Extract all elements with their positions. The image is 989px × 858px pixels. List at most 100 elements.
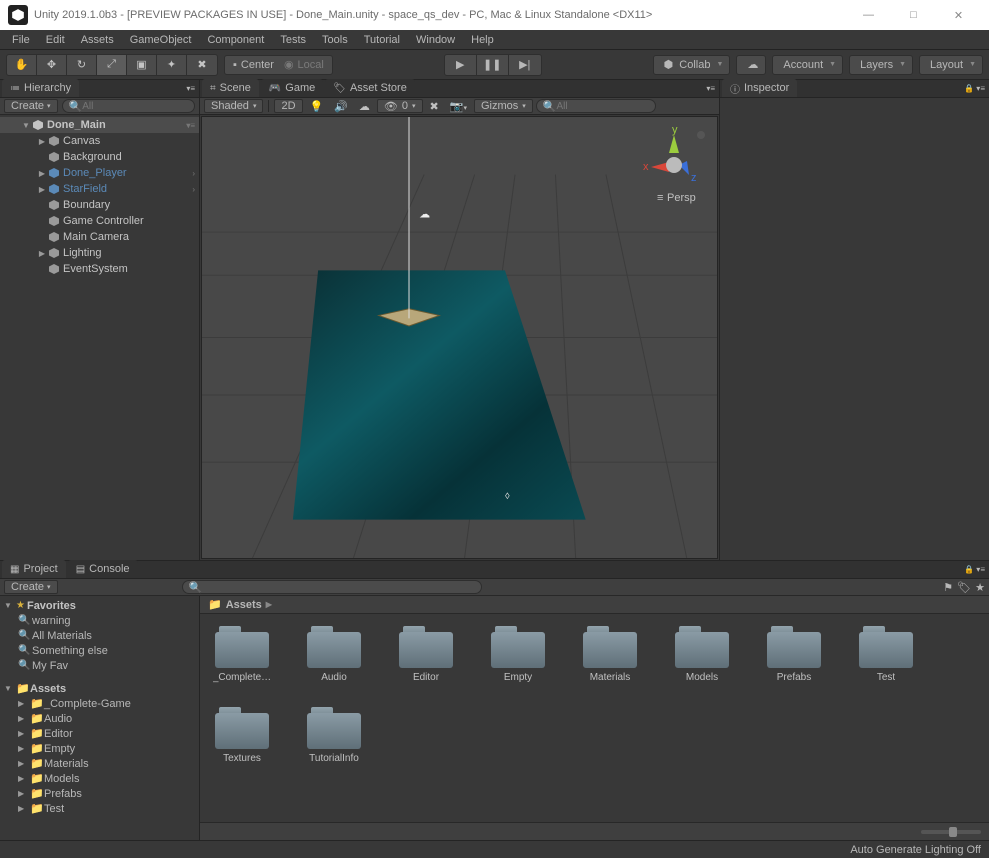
- hierarchy-create-button[interactable]: Create▾: [4, 99, 58, 113]
- asset-tree-item[interactable]: ▶📁Materials: [0, 756, 199, 771]
- draw-mode-dropdown[interactable]: Shaded▾: [204, 99, 263, 113]
- hierarchy-item[interactable]: ▶Lighting: [0, 245, 199, 261]
- scene-row[interactable]: ▼ Done_Main ▾≡: [0, 117, 199, 133]
- hierarchy-options[interactable]: ▾≡: [182, 79, 199, 97]
- grid-size-slider[interactable]: [921, 830, 981, 834]
- menu-gameobject[interactable]: GameObject: [122, 32, 200, 48]
- scale-tool[interactable]: ⤢: [97, 55, 127, 75]
- asset-folder[interactable]: Audio: [302, 626, 366, 683]
- console-tab[interactable]: ▤Console: [68, 560, 138, 578]
- hierarchy-tab[interactable]: ≔ Hierarchy: [2, 79, 79, 97]
- hidden-toggle[interactable]: 👁0▾: [377, 99, 423, 113]
- favorite-item[interactable]: 🔍Something else: [0, 643, 199, 658]
- 2d-toggle[interactable]: 2D: [274, 99, 302, 113]
- expand-arrow-icon[interactable]: ▶: [18, 804, 28, 813]
- save-search-icon[interactable]: ★: [975, 581, 985, 594]
- expand-arrow-icon[interactable]: ▶: [18, 759, 28, 768]
- project-lock[interactable]: 🔒 ▾≡: [960, 560, 989, 578]
- expand-arrow-icon[interactable]: ▶: [36, 169, 48, 178]
- menu-tools[interactable]: Tools: [314, 32, 356, 48]
- step-button[interactable]: ▶|: [509, 55, 541, 75]
- minimize-button[interactable]: —: [846, 0, 891, 30]
- asset-store-tab[interactable]: 🏷Asset Store: [325, 79, 415, 97]
- hierarchy-item[interactable]: Game Controller: [0, 213, 199, 229]
- assets-header[interactable]: ▼📁Assets: [0, 681, 199, 696]
- asset-folder[interactable]: Editor: [394, 626, 458, 683]
- gizmos-dropdown[interactable]: Gizmos▾: [474, 99, 533, 113]
- expand-arrow-icon[interactable]: ▶: [36, 185, 48, 194]
- camera-toggle[interactable]: 📷▾: [446, 100, 471, 113]
- asset-folder[interactable]: Materials: [578, 626, 642, 683]
- orientation-gizmo[interactable]: y x z ≡ Persp: [639, 125, 709, 205]
- gizmo-toggle[interactable]: ✖: [426, 100, 443, 113]
- filter-icon[interactable]: ⚑: [943, 581, 953, 594]
- hand-tool[interactable]: ✋: [7, 55, 37, 75]
- expand-arrow-icon[interactable]: ▶: [18, 729, 28, 738]
- asset-tree-item[interactable]: ▶📁Models: [0, 771, 199, 786]
- hierarchy-item[interactable]: EventSystem: [0, 261, 199, 277]
- asset-folder[interactable]: Test: [854, 626, 918, 683]
- layout-dropdown[interactable]: Layout ▼: [919, 55, 983, 75]
- project-search[interactable]: 🔍: [182, 580, 482, 594]
- game-tab[interactable]: 🎮Game: [261, 79, 323, 97]
- menu-tests[interactable]: Tests: [272, 32, 314, 48]
- asset-folder[interactable]: Prefabs: [762, 626, 826, 683]
- cloud-button[interactable]: ☁: [736, 55, 766, 75]
- expand-arrow-icon[interactable]: ▶: [18, 699, 28, 708]
- audio-toggle[interactable]: 🔊: [330, 100, 352, 113]
- expand-arrow-icon[interactable]: ▶: [36, 249, 48, 258]
- asset-folder[interactable]: Textures: [210, 707, 274, 764]
- hierarchy-search[interactable]: 🔍: [62, 99, 195, 113]
- scene-menu-icon[interactable]: ▾≡: [186, 121, 199, 130]
- hierarchy-item[interactable]: ▶Canvas: [0, 133, 199, 149]
- pivot-mode[interactable]: ▪ Center ◉ Local: [224, 55, 333, 75]
- pause-button[interactable]: ❚❚: [477, 55, 509, 75]
- inspector-options[interactable]: 🔒 ▾≡: [960, 79, 989, 97]
- hierarchy-item[interactable]: Background: [0, 149, 199, 165]
- expand-arrow-icon[interactable]: ▼: [20, 121, 32, 130]
- asset-tree-item[interactable]: ▶📁Test: [0, 801, 199, 816]
- lighting-toggle[interactable]: 💡: [306, 100, 328, 113]
- asset-folder[interactable]: TutorialInfo: [302, 707, 366, 764]
- inspector-tab[interactable]: ⓘInspector: [722, 79, 797, 97]
- scene-tab[interactable]: ⌗Scene: [202, 79, 259, 97]
- hierarchy-item[interactable]: ▶Done_Player›: [0, 165, 199, 181]
- expand-arrow-icon[interactable]: ▶: [36, 137, 48, 146]
- menu-assets[interactable]: Assets: [73, 32, 122, 48]
- menu-component[interactable]: Component: [199, 32, 272, 48]
- hierarchy-item[interactable]: ▶StarField›: [0, 181, 199, 197]
- hierarchy-item[interactable]: Main Camera: [0, 229, 199, 245]
- scene-viewport[interactable]: ☁ ⬨ y x z ≡ Persp: [201, 116, 718, 559]
- favorite-item[interactable]: 🔍All Materials: [0, 628, 199, 643]
- expand-arrow-icon[interactable]: ▶: [18, 789, 28, 798]
- transform-tool[interactable]: ✦: [157, 55, 187, 75]
- asset-tree-item[interactable]: ▶📁_Complete-Game: [0, 696, 199, 711]
- asset-tree-item[interactable]: ▶📁Audio: [0, 711, 199, 726]
- close-button[interactable]: ✕: [936, 0, 981, 30]
- menu-file[interactable]: File: [4, 32, 38, 48]
- asset-folder[interactable]: _Complete…: [210, 626, 274, 683]
- asset-folder[interactable]: Models: [670, 626, 734, 683]
- account-dropdown[interactable]: Account ▼: [772, 55, 843, 75]
- filter-type-icon[interactable]: 🏷: [957, 581, 971, 594]
- menu-window[interactable]: Window: [408, 32, 463, 48]
- prefab-chevron-icon[interactable]: ›: [192, 169, 199, 178]
- asset-tree-item[interactable]: ▶📁Empty: [0, 741, 199, 756]
- menu-tutorial[interactable]: Tutorial: [356, 32, 408, 48]
- menu-edit[interactable]: Edit: [38, 32, 73, 48]
- asset-folder[interactable]: Empty: [486, 626, 550, 683]
- scene-search[interactable]: 🔍: [536, 99, 656, 113]
- rect-tool[interactable]: ▣: [127, 55, 157, 75]
- asset-tree-item[interactable]: ▶📁Prefabs: [0, 786, 199, 801]
- play-button[interactable]: ▶: [445, 55, 477, 75]
- collab-dropdown[interactable]: ⬢ Collab ▼: [653, 55, 731, 75]
- expand-arrow-icon[interactable]: ▶: [18, 744, 28, 753]
- custom-tool[interactable]: ✖: [187, 55, 217, 75]
- menu-help[interactable]: Help: [463, 32, 502, 48]
- favorite-item[interactable]: 🔍warning: [0, 613, 199, 628]
- hierarchy-item[interactable]: Boundary: [0, 197, 199, 213]
- expand-arrow-icon[interactable]: ▶: [18, 714, 28, 723]
- asset-tree-item[interactable]: ▶📁Editor: [0, 726, 199, 741]
- favorite-item[interactable]: 🔍My Fav: [0, 658, 199, 673]
- favorites-header[interactable]: ▼★Favorites: [0, 598, 199, 613]
